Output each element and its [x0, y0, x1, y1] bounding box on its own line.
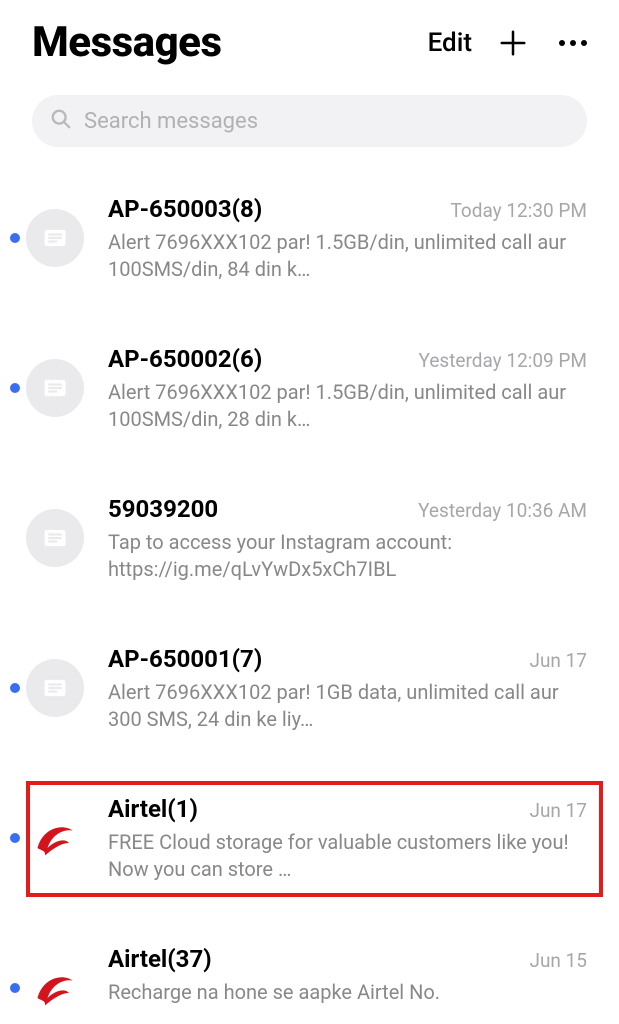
- conversation-body: AP-650003(8) Today 12:30 PM Alert 7696XXX1…: [108, 195, 587, 283]
- message-preview: Alert 7696XXX102 par! 1.5GB/din, unlimit…: [108, 229, 587, 283]
- header: Messages Edit: [0, 0, 619, 77]
- message-avatar-icon: [26, 509, 84, 567]
- sender-name: AP-650002(6): [108, 345, 262, 373]
- message-avatar-icon: [26, 659, 84, 717]
- message-avatar-icon: [26, 359, 84, 417]
- message-preview: FREE Cloud storage for valuable customer…: [108, 829, 587, 883]
- more-icon: [559, 40, 565, 46]
- timestamp: Yesterday 10:36 AM: [418, 499, 587, 522]
- unread-indicator: [10, 683, 20, 693]
- conversation-list: AP-650003(8) Today 12:30 PM Alert 7696XXX1…: [0, 157, 619, 1017]
- page-title: Messages: [32, 18, 402, 67]
- compose-button[interactable]: [498, 28, 528, 58]
- search-bar[interactable]: Search messages: [32, 95, 587, 147]
- conversation-body: AP-650001(7) Jun 17 Alert 7696XXX102 par! …: [108, 645, 587, 733]
- unread-indicator: [10, 233, 20, 243]
- airtel-avatar-icon: [26, 809, 84, 867]
- message-preview: Recharge na hone se aapke Airtel No.: [108, 979, 587, 1006]
- unread-indicator: [10, 833, 20, 843]
- search-placeholder: Search messages: [84, 109, 258, 134]
- conversation-item[interactable]: AP-650003(8) Today 12:30 PM Alert 7696XXX1…: [0, 195, 619, 283]
- conversation-item[interactable]: AP-650002(6) Yesterday 12:09 PM Alert 7696…: [0, 345, 619, 433]
- sender-name: AP-650003(8): [108, 195, 262, 223]
- conversation-body: 59039200 Yesterday 10:36 AM Tap to access …: [108, 495, 587, 583]
- timestamp: Yesterday 12:09 PM: [419, 349, 587, 372]
- sender-name: Airtel(37): [108, 945, 212, 973]
- conversation-body: Airtel(37) Jun 15 Recharge na hone se aapk…: [108, 945, 587, 1006]
- conversation-body: Airtel(1) Jun 17 FREE Cloud storage for va…: [108, 795, 587, 883]
- conversation-item[interactable]: AP-650001(7) Jun 17 Alert 7696XXX102 par! …: [0, 645, 619, 733]
- timestamp: Today 12:30 PM: [451, 199, 587, 222]
- sender-name: AP-650001(7): [108, 645, 262, 673]
- search-icon: [50, 108, 72, 134]
- more-button[interactable]: [554, 40, 587, 46]
- message-preview: Tap to access your Instagram account: ht…: [108, 529, 587, 583]
- timestamp: Jun 17: [529, 649, 587, 672]
- message-avatar-icon: [26, 209, 84, 267]
- message-preview: Alert 7696XXX102 par! 1.5GB/din, unlimit…: [108, 379, 587, 433]
- unread-indicator: [10, 983, 20, 993]
- timestamp: Jun 17: [529, 799, 587, 822]
- conversation-body: AP-650002(6) Yesterday 12:09 PM Alert 7696…: [108, 345, 587, 433]
- edit-button[interactable]: Edit: [428, 28, 472, 58]
- timestamp: Jun 15: [529, 949, 587, 972]
- plus-icon: [498, 28, 528, 58]
- conversation-item[interactable]: 59039200 Yesterday 10:36 AM Tap to access …: [0, 495, 619, 583]
- conversation-item[interactable]: Airtel(1) Jun 17 FREE Cloud storage for va…: [0, 795, 619, 883]
- airtel-avatar-icon: [26, 959, 84, 1017]
- sender-name: 59039200: [108, 495, 218, 523]
- conversation-item[interactable]: Airtel(37) Jun 15 Recharge na hone se aapk…: [0, 945, 619, 1017]
- sender-name: Airtel(1): [108, 795, 198, 823]
- unread-indicator: [10, 383, 20, 393]
- message-preview: Alert 7696XXX102 par! 1GB data, unlimite…: [108, 679, 587, 733]
